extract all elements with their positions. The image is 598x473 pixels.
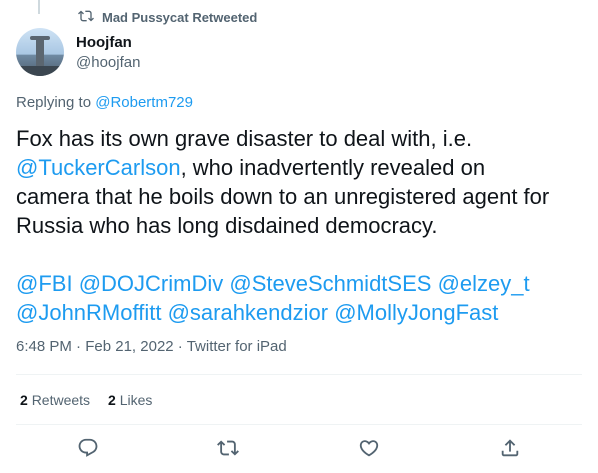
tweet-line-4: Russia who has long disdained democracy. (16, 213, 438, 238)
heart-icon (358, 437, 380, 464)
tweet-time[interactable]: 6:48 PM (16, 338, 72, 355)
replying-to-link[interactable]: @Robertm729 (95, 94, 193, 111)
share-button[interactable] (498, 438, 522, 462)
retweet-button[interactable] (216, 438, 240, 462)
avatar-ground-shape (16, 66, 64, 76)
mention-mollyjongfast[interactable]: @MollyJongFast (334, 300, 498, 325)
likes-count: 2 (108, 392, 116, 408)
retweets-count: 2 (20, 392, 28, 408)
mention-dojcrimdiv[interactable]: @DOJCrimDiv (79, 271, 224, 296)
replying-to-line: Replying to @Robertm729 (16, 94, 193, 111)
author-handle[interactable]: @hoojfan (76, 54, 140, 71)
tweet-source[interactable]: Twitter for iPad (187, 338, 287, 355)
tweet-line-3: camera that he boils down to an unregist… (16, 184, 550, 209)
retweet-icon (217, 437, 239, 464)
mention-sarahkendzior[interactable]: @sarahkendzior (168, 300, 329, 325)
avatar-tower-shape (30, 36, 50, 68)
tweet-date[interactable]: Feb 21, 2022 (85, 338, 173, 355)
mention-fbi[interactable]: @FBI (16, 271, 73, 296)
mention-steveschmidtses[interactable]: @SteveSchmidtSES (229, 271, 431, 296)
retweet-icon (78, 8, 94, 27)
tweet-mentions-line-1: @FBI @DOJCrimDiv @SteveSchmidtSES @elzey… (16, 269, 582, 298)
thread-connector-line (38, 0, 40, 14)
tweet-text: Fox has its own grave disaster to deal w… (16, 124, 582, 327)
reply-icon (77, 437, 99, 464)
replying-to-prefix: Replying to (16, 94, 96, 111)
tweet-line-1: Fox has its own grave disaster to deal w… (16, 126, 473, 151)
divider (16, 424, 582, 425)
like-button[interactable] (357, 438, 381, 462)
retweeted-by-row: Mad Pussycat Retweeted (78, 8, 257, 27)
retweets-stat[interactable]: 2 Retweets (20, 392, 90, 408)
author-display-name[interactable]: Hoojfan (76, 34, 132, 51)
mention-elzey-t[interactable]: @elzey_t (438, 271, 530, 296)
retweeted-by-label[interactable]: Mad Pussycat Retweeted (102, 10, 257, 25)
meta-separator: · (71, 338, 86, 355)
meta-separator: · (173, 338, 187, 355)
reply-button[interactable] (76, 438, 100, 462)
mention-johnrmoffitt[interactable]: @JohnRMoffitt (16, 300, 161, 325)
likes-label: Likes (119, 392, 153, 408)
tweet-stats: 2 Retweets 2 Likes (20, 392, 152, 408)
tweet-line-2: @TuckerCarlson, who inadvertently reveal… (16, 153, 582, 182)
mention-tuckercarlson[interactable]: @TuckerCarlson (16, 155, 181, 180)
tweet-meta: 6:48 PM · Feb 21, 2022 · Twitter for iPa… (16, 338, 287, 355)
divider (16, 374, 582, 375)
likes-stat[interactable]: 2 Likes (108, 392, 152, 408)
tweet-mentions-line-2: @JohnRMoffitt @sarahkendzior @MollyJongF… (16, 298, 582, 327)
tweet-actions (16, 436, 582, 464)
retweets-label: Retweets (31, 392, 91, 408)
tweet-line-2-text: , who inadvertently revealed on (180, 155, 486, 180)
avatar[interactable] (16, 28, 64, 76)
share-icon (499, 437, 521, 464)
